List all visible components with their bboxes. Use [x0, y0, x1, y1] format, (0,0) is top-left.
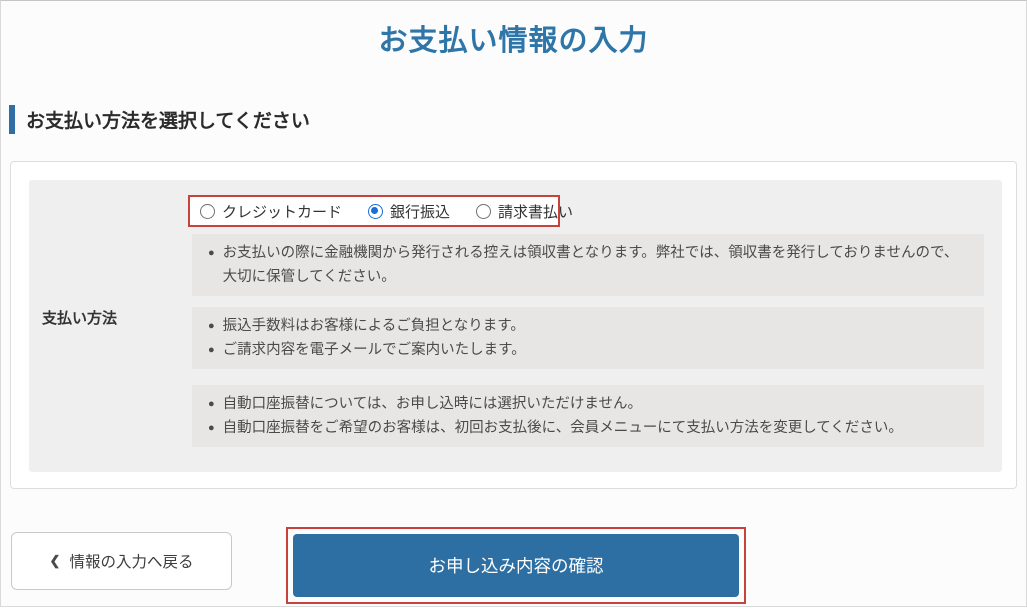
bullet-icon: ● — [208, 241, 215, 289]
bullet-icon: ● — [208, 416, 215, 440]
payment-form-container: 支払い方法 クレジットカード 銀行振込 請求書払い ● お支払 — [10, 161, 1017, 489]
note-text: 振込手数料はお客様によるご負担となります。 — [223, 314, 525, 338]
radio-option-label: 銀行振込 — [390, 201, 450, 222]
radio-option-bank-transfer[interactable]: 銀行振込 — [368, 201, 450, 222]
payment-method-panel: 支払い方法 クレジットカード 銀行振込 請求書払い ● お支払 — [29, 180, 1002, 472]
note-text: 自動口座振替をご希望のお客様は、初回お支払後に、会員メニューにて支払い方法を変更… — [223, 416, 903, 440]
bullet-icon: ● — [208, 392, 215, 416]
radio-option-label: クレジットカード — [222, 201, 342, 222]
note-item: ● 自動口座振替をご希望のお客様は、初回お支払後に、会員メニューにて支払い方法を… — [208, 416, 968, 440]
back-button[interactable]: ❮ 情報の入力へ戻る — [11, 532, 232, 590]
confirm-annotation-box: お申し込み内容の確認 — [286, 527, 746, 604]
bullet-icon: ● — [208, 314, 215, 338]
payment-info-page: お支払い情報の入力 お支払い方法を選択してください 支払い方法 クレジットカード… — [0, 0, 1027, 607]
note-item: ● 自動口座振替については、お申し込時には選択いただけません。 — [208, 392, 968, 416]
confirm-button[interactable]: お申し込み内容の確認 — [293, 534, 739, 597]
note-box-direct-debit: ● 自動口座振替については、お申し込時には選択いただけません。 ● 自動口座振替… — [192, 385, 984, 447]
radio-icon[interactable] — [200, 204, 215, 219]
radio-option-label: 請求書払い — [498, 201, 573, 222]
chevron-left-icon: ❮ — [50, 553, 61, 569]
note-box-fees: ● 振込手数料はお客様によるご負担となります。 ● ご請求内容を電子メールでご案… — [192, 307, 984, 369]
section-heading-text: お支払い方法を選択してください — [15, 106, 310, 133]
note-box-receipt: ● お支払いの際に金融機関から発行される控えは領収書となります。弊社では、領収書… — [192, 234, 984, 296]
note-text: 自動口座振替については、お申し込時には選択いただけません。 — [223, 392, 642, 416]
radio-option-invoice[interactable]: 請求書払い — [476, 201, 573, 222]
note-item: ● お支払いの際に金融機関から発行される控えは領収書となります。弊社では、領収書… — [208, 241, 968, 289]
note-item: ● ご請求内容を電子メールでご案内いたします。 — [208, 338, 968, 362]
note-text: お支払いの際に金融機関から発行される控えは領収書となります。弊社では、領収書を発… — [223, 241, 968, 289]
radio-icon[interactable] — [368, 204, 383, 219]
section-heading: お支払い方法を選択してください — [9, 105, 310, 134]
bullet-icon: ● — [208, 338, 215, 362]
back-button-label: 情報の入力へ戻る — [69, 550, 193, 572]
payment-method-radio-group: クレジットカード 銀行振込 請求書払い — [188, 195, 560, 227]
payment-method-row-label: 支払い方法 — [42, 307, 117, 328]
radio-option-credit-card[interactable]: クレジットカード — [200, 201, 342, 222]
radio-icon[interactable] — [476, 204, 491, 219]
note-item: ● 振込手数料はお客様によるご負担となります。 — [208, 314, 968, 338]
note-text: ご請求内容を電子メールでご案内いたします。 — [223, 338, 526, 362]
page-title: お支払い情報の入力 — [1, 17, 1026, 59]
